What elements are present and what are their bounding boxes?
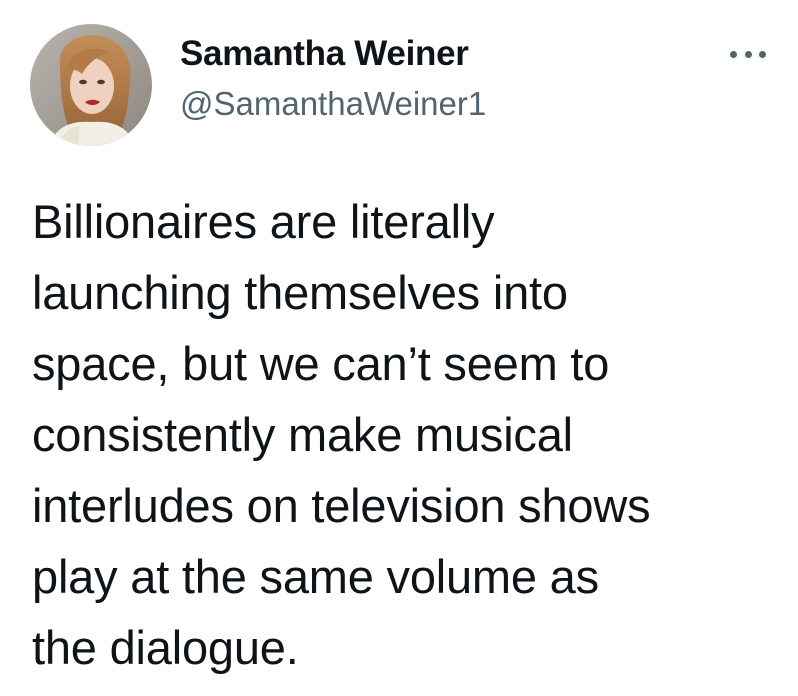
more-dot (730, 50, 737, 58)
more-options-icon[interactable] (726, 42, 770, 66)
tweet-text-line: the dialogue. (32, 621, 299, 674)
tweet-card: Samantha Weiner @SamanthaWeiner1 Billion… (0, 0, 798, 696)
tweet-text-line: play at the same volume as (32, 550, 599, 603)
tweet-text-line: interludes on television shows (32, 479, 651, 532)
author-display-name[interactable]: Samantha Weiner (180, 34, 469, 74)
tweet-text: Billionaires are literally launching the… (32, 186, 782, 683)
author-handle[interactable]: @SamanthaWeiner1 (180, 84, 486, 124)
tweet-text-line: consistently make musical (32, 408, 573, 461)
author-avatar[interactable] (30, 24, 152, 146)
tweet-text-line: Billionaires are literally (32, 195, 495, 248)
more-dot (744, 50, 752, 58)
tweet-text-line: launching themselves into (32, 266, 568, 319)
tweet-text-line: space, but we can’t seem to (32, 337, 610, 390)
more-dot (759, 50, 766, 58)
